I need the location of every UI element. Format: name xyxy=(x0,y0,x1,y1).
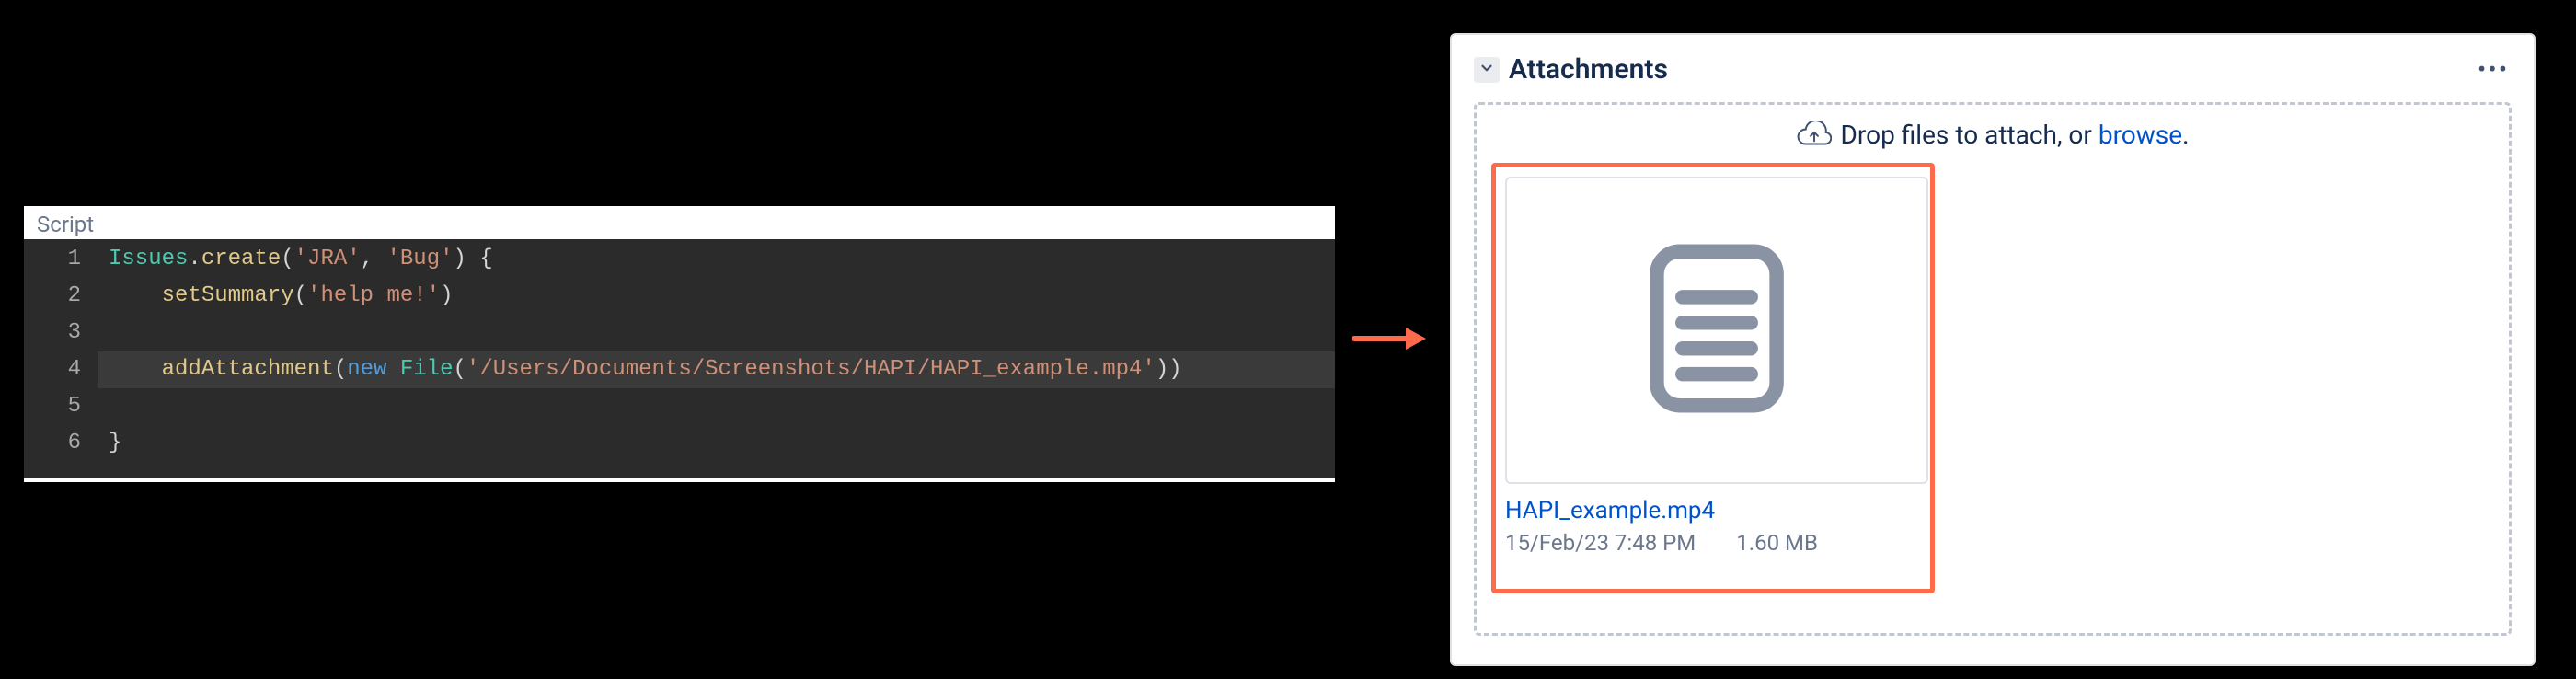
code-line[interactable] xyxy=(98,388,1335,425)
drop-hint-text: Drop files to attach, or xyxy=(1841,120,2099,150)
arrow-icon xyxy=(1352,320,1426,357)
code-area[interactable]: Issues.create('JRA', 'Bug') { setSummary… xyxy=(98,239,1335,478)
attachments-title: Attachments xyxy=(1509,53,2475,86)
code-line[interactable]: setSummary('help me!') xyxy=(98,278,1335,315)
upload-cloud-icon xyxy=(1797,121,1832,149)
attachment-meta: HAPI_example.mp4 15/Feb/23 7:48 PM 1.60 … xyxy=(1505,484,1921,556)
code-line[interactable] xyxy=(98,315,1335,351)
browse-link[interactable]: browse xyxy=(2099,120,2182,150)
line-number-gutter: 123456 xyxy=(24,239,98,478)
drop-hint-suffix: . xyxy=(2182,120,2189,150)
attachment-date: 15/Feb/23 7:48 PM xyxy=(1505,530,1696,556)
document-icon xyxy=(1644,243,1789,418)
attachment-thumbnail[interactable] xyxy=(1505,177,1928,484)
code-line[interactable]: Issues.create('JRA', 'Bug') { xyxy=(98,241,1335,278)
attachments-dropzone[interactable]: Drop files to attach, or browse. xyxy=(1474,102,2512,636)
code-editor[interactable]: 123456 Issues.create('JRA', 'Bug') { set… xyxy=(24,239,1335,478)
attachment-filename[interactable]: HAPI_example.mp4 xyxy=(1505,497,1921,524)
more-icon: ••• xyxy=(2478,54,2509,85)
attachments-panel: Attachments ••• Drop files to attach, or… xyxy=(1450,33,2536,666)
script-editor-title: Script xyxy=(24,206,1335,239)
line-number: 2 xyxy=(24,278,98,315)
line-number: 6 xyxy=(24,425,98,462)
code-line[interactable]: } xyxy=(98,425,1335,462)
script-editor: Script 123456 Issues.create('JRA', 'Bug'… xyxy=(24,206,1335,482)
attachments-header: Attachments ••• xyxy=(1452,35,2534,93)
code-line[interactable]: addAttachment(new File('/Users/Documents… xyxy=(98,351,1335,388)
more-menu-button[interactable]: ••• xyxy=(2475,57,2512,83)
collapse-toggle[interactable] xyxy=(1474,57,1500,83)
line-number: 3 xyxy=(24,315,98,351)
line-number: 4 xyxy=(24,351,98,388)
attachment-size: 1.60 MB xyxy=(1736,530,1818,556)
line-number: 5 xyxy=(24,388,98,425)
drop-hint: Drop files to attach, or browse. xyxy=(1491,120,2494,150)
chevron-down-icon xyxy=(1478,60,1495,80)
attachment-highlight: HAPI_example.mp4 15/Feb/23 7:48 PM 1.60 … xyxy=(1491,163,1935,593)
line-number: 1 xyxy=(24,241,98,278)
